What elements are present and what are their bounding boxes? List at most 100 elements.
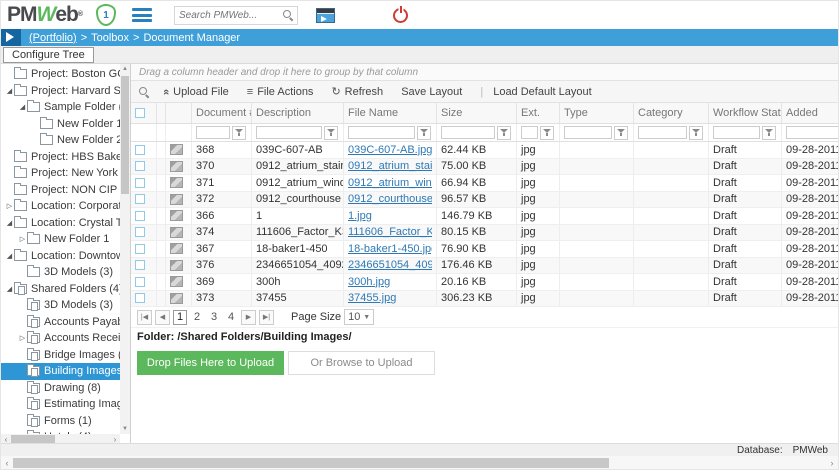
column-header-type[interactable]: Type: [560, 103, 634, 123]
image-thumbnail-icon[interactable]: [170, 227, 183, 238]
filter-input-file[interactable]: [348, 126, 415, 139]
table-row[interactable]: 369300h300h.jpg20.16 KBjpgDraft09-28-201…: [131, 274, 838, 291]
column-header-file[interactable]: File Name: [344, 103, 437, 123]
page-number-3[interactable]: 3: [207, 310, 221, 325]
column-header-ext[interactable]: Ext.: [517, 103, 560, 123]
next-page-button[interactable]: ▶: [241, 310, 256, 325]
expander-closed-icon[interactable]: ▷: [18, 235, 27, 243]
page-hscroll-thumb[interactable]: [13, 458, 609, 468]
file-name-link[interactable]: 039C-607-AB.jpg: [348, 144, 432, 156]
file-name-link[interactable]: 18-baker1-450.jpg: [348, 243, 432, 255]
tree-item[interactable]: ◢Project: Harvard Square Stat: [1, 83, 120, 100]
tree-item[interactable]: ▷Accounts Receivable: [1, 330, 120, 347]
expander-closed-icon[interactable]: ▷: [18, 334, 27, 342]
filter-funnel-icon[interactable]: [232, 126, 246, 140]
image-thumbnail-icon[interactable]: [170, 276, 183, 287]
menu-icon[interactable]: [132, 8, 152, 22]
file-name-link[interactable]: 0912_atrium_stairs.jpg: [348, 160, 432, 172]
filter-input-category[interactable]: [638, 126, 687, 139]
browse-to-upload-button[interactable]: Or Browse to Upload: [288, 351, 435, 375]
image-thumbnail-icon[interactable]: [170, 293, 183, 304]
table-row[interactable]: 374111606_Factor_KS_265111606_Factor_KS_…: [131, 225, 838, 242]
expander-closed-icon[interactable]: ▷: [5, 202, 14, 210]
column-header-desc[interactable]: Description: [252, 103, 344, 123]
notification-shield-icon[interactable]: 1: [96, 4, 116, 26]
filter-input-added[interactable]: [786, 126, 838, 139]
tree-item[interactable]: Bridge Images (7): [1, 347, 120, 364]
image-thumbnail-icon[interactable]: [170, 243, 183, 254]
tree-item[interactable]: Estimating Images (10): [1, 396, 120, 413]
column-header-added[interactable]: Added: [782, 103, 838, 123]
page-number-4[interactable]: 4: [224, 310, 238, 325]
tree-vscroll-thumb[interactable]: [121, 76, 129, 194]
load-default-layout-button[interactable]: Load Default Layout: [493, 86, 591, 98]
row-checkbox[interactable]: [135, 227, 145, 237]
file-name-link[interactable]: 2346651054_4092dbcce7_z.jpg: [348, 259, 432, 271]
table-row[interactable]: 36611.jpg146.79 KBjpgDraft09-28-2011 8:4…: [131, 208, 838, 225]
filter-funnel-icon[interactable]: [689, 126, 703, 140]
page-number-1[interactable]: 1: [173, 310, 187, 325]
refresh-button[interactable]: ↻Refresh: [331, 85, 383, 98]
search-icon[interactable]: [283, 10, 293, 20]
image-thumbnail-icon[interactable]: [170, 144, 183, 155]
scroll-right-icon[interactable]: ›: [826, 458, 838, 468]
file-name-link[interactable]: 0912_atrium_window.jpg: [348, 177, 432, 189]
table-row[interactable]: 36718-baker1-45018-baker1-450.jpg76.90 K…: [131, 241, 838, 258]
row-checkbox[interactable]: [135, 161, 145, 171]
tree-item[interactable]: ◢Shared Folders (4): [1, 281, 120, 298]
grid-search-icon[interactable]: [139, 87, 149, 97]
file-actions-button[interactable]: ≡File Actions: [247, 86, 314, 98]
tree-item[interactable]: ◢Location: Crystal Towers: [1, 215, 120, 232]
upload-file-button[interactable]: «Upload File: [163, 86, 229, 98]
tree-item[interactable]: 3D Models (3): [1, 297, 120, 314]
table-row[interactable]: 3762346651054_4092dbcce7_z2346651054_409…: [131, 258, 838, 275]
page-horizontal-scrollbar[interactable]: ‹ ›: [1, 456, 838, 469]
tree-item[interactable]: Project: HBS Baker Library: [1, 149, 120, 166]
file-name-link[interactable]: 37455.jpg: [348, 292, 396, 304]
page-number-2[interactable]: 2: [190, 310, 204, 325]
file-name-link[interactable]: 111606_Factor_KS_265.jpg: [348, 226, 432, 238]
filter-input-doc[interactable]: [196, 126, 230, 139]
tree-item[interactable]: Forms (1): [1, 413, 120, 430]
image-thumbnail-icon[interactable]: [170, 194, 183, 205]
filter-input-desc[interactable]: [256, 126, 322, 139]
filter-funnel-icon[interactable]: [762, 126, 776, 140]
filter-input-ext[interactable]: [521, 126, 538, 139]
row-checkbox[interactable]: [135, 293, 145, 303]
table-row[interactable]: 3733745537455.jpg306.23 KBjpgDraft09-28-…: [131, 291, 838, 308]
select-all-checkbox[interactable]: [135, 108, 145, 118]
scroll-left-icon[interactable]: ‹: [1, 458, 13, 468]
row-checkbox[interactable]: [135, 145, 145, 155]
drop-files-zone[interactable]: Drop Files Here to Upload: [137, 351, 284, 375]
configure-tree-button[interactable]: Configure Tree: [3, 47, 94, 63]
expander-open-icon[interactable]: ◢: [5, 285, 14, 293]
save-layout-button[interactable]: Save Layout: [401, 86, 462, 98]
scroll-up-icon[interactable]: ▲: [120, 64, 130, 74]
filter-funnel-icon[interactable]: [614, 126, 628, 140]
tree-item[interactable]: ▷Location: Corporate Office: [1, 198, 120, 215]
last-page-button[interactable]: ▶|: [259, 310, 274, 325]
file-name-link[interactable]: 1.jpg: [348, 210, 372, 222]
logout-power-icon[interactable]: [393, 8, 408, 23]
file-name-link[interactable]: 0912_courthouse.jpg: [348, 193, 432, 205]
tree-item[interactable]: Project: New York GC: [1, 165, 120, 182]
table-row[interactable]: 368039C-607-AB039C-607-AB.jpg62.44 KBjpg…: [131, 142, 838, 159]
group-by-drop-zone[interactable]: Drag a column header and drop it here to…: [131, 64, 838, 81]
table-row[interactable]: 3710912_atrium_window0912_atrium_window.…: [131, 175, 838, 192]
tree-item[interactable]: Project: Boston GC: [1, 66, 120, 83]
row-checkbox[interactable]: [135, 194, 145, 204]
tree-vertical-scrollbar[interactable]: ▲ ▼: [120, 64, 130, 434]
scroll-down-icon[interactable]: ▼: [120, 424, 130, 434]
image-thumbnail-icon[interactable]: [170, 161, 183, 172]
column-header-size[interactable]: Size: [437, 103, 517, 123]
tree-item[interactable]: Project: NON CIP Developm: [1, 182, 120, 199]
page-size-dropdown[interactable]: 10▼: [344, 309, 374, 325]
column-header-doc[interactable]: Document #: [192, 103, 252, 123]
tree-item[interactable]: Accounts Payable: [1, 314, 120, 331]
image-thumbnail-icon[interactable]: [170, 210, 183, 221]
filter-funnel-icon[interactable]: [324, 126, 338, 140]
video-help-icon[interactable]: [316, 8, 335, 23]
image-thumbnail-icon[interactable]: [170, 177, 183, 188]
search-input[interactable]: [175, 10, 283, 21]
tree-item[interactable]: Building Images (33): [1, 363, 120, 380]
